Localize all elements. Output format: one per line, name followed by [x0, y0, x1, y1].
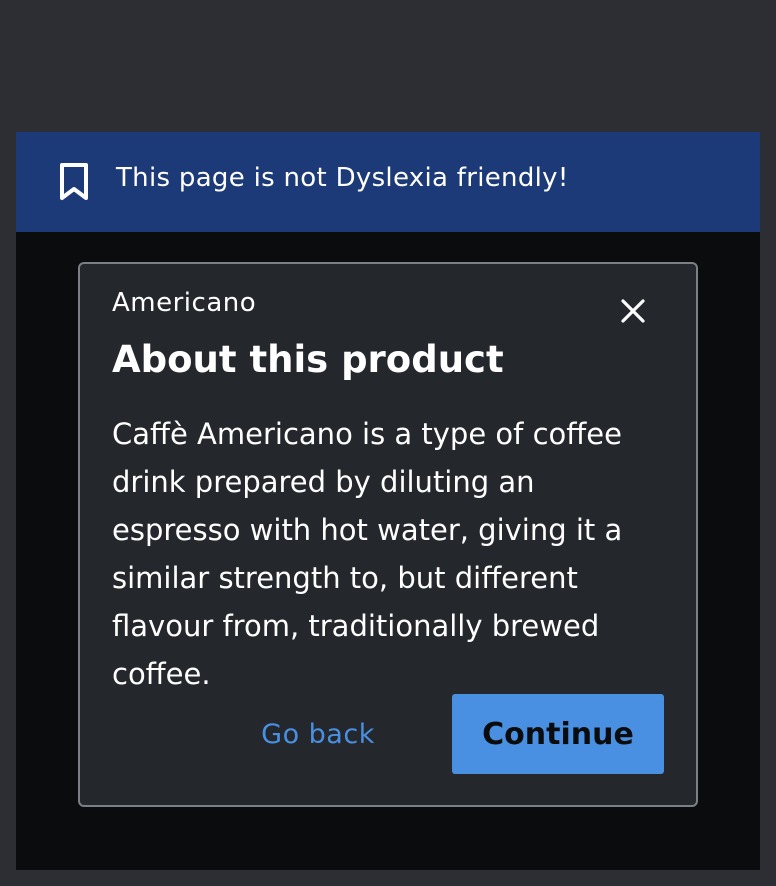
page-frame: This page is not Dyslexia friendly! Amer…	[16, 132, 760, 870]
banner-text: This page is not Dyslexia friendly!	[116, 163, 569, 193]
dialog-eyebrow: Americano	[112, 288, 257, 318]
dialog-title: About this product	[112, 338, 504, 381]
dyslexia-banner: This page is not Dyslexia friendly!	[16, 132, 760, 232]
go-back-button[interactable]: Go back	[248, 714, 388, 754]
close-button[interactable]	[613, 293, 653, 333]
continue-button[interactable]: Continue	[452, 694, 664, 774]
product-dialog: Americano About this product Caffè Ameri…	[78, 262, 698, 807]
dialog-description: Caffè Americano is a type of coffee drin…	[112, 417, 623, 691]
bookmark-icon	[56, 162, 92, 202]
close-icon	[619, 297, 647, 329]
